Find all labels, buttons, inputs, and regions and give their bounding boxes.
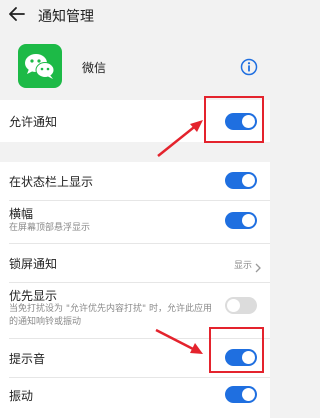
toggle-knob <box>242 174 255 187</box>
priority-toggle[interactable] <box>225 297 257 314</box>
lock-screen-label: 锁屏通知 <box>9 257 58 271</box>
lock-screen-row[interactable]: 锁屏通知 显示 <box>0 244 270 282</box>
banner-description: 在屏幕顶部悬浮显示 <box>9 223 91 233</box>
highlight-box-allow-notifications <box>204 96 264 143</box>
notification-settings-card: 在状态栏上显示 横幅 在屏幕顶部悬浮显示 锁屏通知 显示 优先显示 当免打扰设为… <box>0 162 270 418</box>
app-name: 微信 <box>82 61 107 75</box>
status-bar-row[interactable]: 在状态栏上显示 <box>0 162 270 200</box>
priority-description: 当免打扰设为 "允许优先内容打扰" 时，允许此应用的通知响铃或振动 <box>9 304 213 327</box>
highlight-box-sound <box>209 327 264 373</box>
lock-screen-value: 显示 <box>233 261 252 271</box>
banner-row[interactable]: 横幅 在屏幕顶部悬浮显示 <box>0 201 270 243</box>
app-info-row: 微信 <box>0 34 270 98</box>
toggle-knob <box>242 214 255 227</box>
page-title: 通知管理 <box>38 9 94 25</box>
back-arrow-icon[interactable] <box>6 3 28 25</box>
header-bar: 通知管理 <box>0 0 270 32</box>
vibrate-row[interactable]: 振动 <box>0 378 270 416</box>
status-bar-toggle[interactable] <box>225 172 257 189</box>
toggle-knob <box>242 388 255 401</box>
sound-label: 提示音 <box>9 352 46 366</box>
banner-label: 横幅 <box>9 207 34 221</box>
status-bar-label: 在状态栏上显示 <box>9 175 94 189</box>
chevron-right-icon <box>254 258 262 273</box>
allow-notifications-label: 允许通知 <box>9 115 58 129</box>
priority-label: 优先显示 <box>9 289 58 303</box>
toggle-knob <box>227 299 240 312</box>
info-icon[interactable] <box>240 58 258 76</box>
wechat-icon <box>18 44 62 88</box>
banner-toggle[interactable] <box>225 212 257 229</box>
vibrate-toggle[interactable] <box>225 386 257 403</box>
vibrate-label: 振动 <box>9 389 34 403</box>
